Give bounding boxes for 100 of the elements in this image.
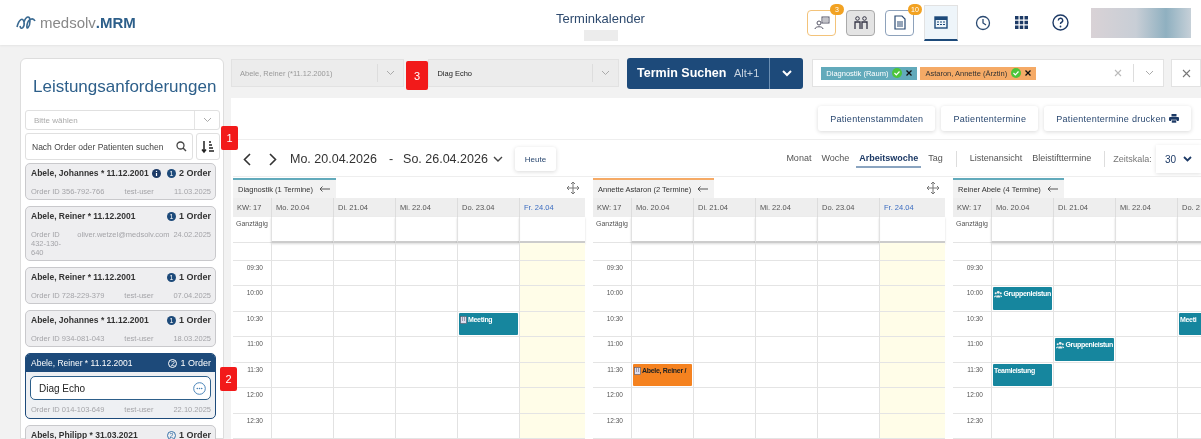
all-day-cell[interactable]: [631, 216, 693, 243]
resize-icon[interactable]: [567, 182, 579, 194]
calendar-cell[interactable]: [1177, 242, 1201, 261]
calendar-cell[interactable]: [693, 337, 755, 363]
calendar-cell[interactable]: [1177, 337, 1201, 363]
calendar-cell[interactable]: [271, 311, 333, 337]
view-tab[interactable]: Arbeitswoche: [856, 150, 922, 168]
calendar-cell[interactable]: [631, 242, 693, 261]
calendar-cell[interactable]: [333, 413, 395, 439]
calendar-cell[interactable]: [271, 337, 333, 363]
calendar-cell[interactable]: [693, 286, 755, 312]
view-tab[interactable]: Monat: [783, 150, 815, 168]
calendar-cell[interactable]: [333, 337, 395, 363]
all-day-cell[interactable]: [1115, 216, 1177, 243]
view-tab[interactable]: Tag: [925, 150, 946, 168]
calendar-cell[interactable]: [631, 388, 693, 414]
all-day-cell[interactable]: [991, 216, 1053, 243]
calendar-cell[interactable]: [333, 242, 395, 261]
calendar-cell[interactable]: [693, 260, 755, 286]
calendar-cell[interactable]: [333, 388, 395, 414]
all-day-cell[interactable]: [333, 216, 395, 243]
calendar-cell[interactable]: [879, 286, 945, 312]
calendar-cell[interactable]: [1177, 260, 1201, 286]
dropdown-button[interactable]: [769, 57, 804, 89]
calendar-cell[interactable]: [1177, 388, 1201, 414]
view-mode-link[interactable]: Bleistifttermine: [1029, 150, 1095, 168]
calendar-cell[interactable]: [991, 388, 1053, 414]
cards-button[interactable]: [807, 9, 836, 36]
today-button[interactable]: Heute: [514, 147, 557, 171]
view-tab[interactable]: Woche: [818, 150, 853, 168]
calendar-cell[interactable]: [1053, 311, 1115, 337]
calendar-cell[interactable]: [693, 362, 755, 388]
calendar-cell[interactable]: [991, 311, 1053, 337]
close-button[interactable]: [1171, 59, 1201, 87]
calendar-cell[interactable]: [991, 337, 1053, 363]
calendar-cell[interactable]: [333, 286, 395, 312]
calendar-cell[interactable]: [991, 260, 1053, 286]
calendar-cell[interactable]: [755, 286, 817, 312]
calendar-cell[interactable]: [395, 337, 457, 363]
calendar-cell[interactable]: [519, 260, 585, 286]
all-day-cell[interactable]: [395, 216, 457, 243]
calendar-cell[interactable]: [1115, 388, 1177, 414]
calendar-cell[interactable]: [519, 362, 585, 388]
all-day-cell[interactable]: [755, 216, 817, 243]
resize-icon[interactable]: [927, 182, 939, 194]
calendar-cell[interactable]: [1053, 413, 1115, 439]
calendar-cell[interactable]: [1177, 362, 1201, 388]
calendar-cell[interactable]: [395, 362, 457, 388]
people-button[interactable]: [846, 9, 875, 36]
calendar-cell[interactable]: [1053, 388, 1115, 414]
calendar-cell[interactable]: [755, 413, 817, 439]
search-field[interactable]: Nach Order oder Patienten suchen: [25, 133, 193, 160]
clear-icon[interactable]: [1114, 69, 1122, 77]
calendar-cell[interactable]: [755, 388, 817, 414]
calendar-cell[interactable]: [631, 260, 693, 286]
calendar-cell[interactable]: [1053, 260, 1115, 286]
all-day-cell[interactable]: [693, 216, 755, 243]
calendar-cell[interactable]: [1115, 311, 1177, 337]
calendar-cell[interactable]: [1177, 413, 1201, 439]
calendar-cell[interactable]: [271, 362, 333, 388]
action-button[interactable]: Patientenstammdaten: [818, 106, 936, 131]
calendar-cell[interactable]: [693, 311, 755, 337]
all-day-cell[interactable]: [271, 216, 333, 243]
calendar-cell[interactable]: [1115, 260, 1177, 286]
calendar-cell[interactable]: [693, 388, 755, 414]
calendar-cell[interactable]: [1053, 362, 1115, 388]
calendar-cell[interactable]: [631, 286, 693, 312]
calendar-cell[interactable]: [631, 337, 693, 363]
calendar-cell[interactable]: [519, 337, 585, 363]
calendar-cell[interactable]: [395, 388, 457, 414]
calendar-cell[interactable]: [991, 242, 1053, 261]
calendar-cell[interactable]: [395, 286, 457, 312]
calendar-cell[interactable]: [1053, 286, 1115, 312]
calendar-cell[interactable]: [271, 242, 333, 261]
calendar-cell[interactable]: [395, 260, 457, 286]
calendar-cell[interactable]: [333, 362, 395, 388]
calendar-cell[interactable]: [271, 286, 333, 312]
calendar-cell[interactable]: [879, 413, 945, 439]
all-day-cell[interactable]: [817, 216, 879, 243]
calendar-cell[interactable]: [879, 260, 945, 286]
range-end-dropdown[interactable]: So. 26.04.2026: [403, 152, 503, 166]
calendar-cell[interactable]: [693, 242, 755, 261]
calendar-cell[interactable]: [755, 311, 817, 337]
calendar-cell[interactable]: [693, 413, 755, 439]
calendar-cell[interactable]: [1115, 362, 1177, 388]
calendar-cell[interactable]: [519, 413, 585, 439]
scale-select[interactable]: 30: [1155, 145, 1201, 173]
calendar-cell[interactable]: [755, 337, 817, 363]
calendar-cell[interactable]: [879, 388, 945, 414]
order-item[interactable]: Diag Echo: [30, 376, 211, 400]
calendar-cell[interactable]: [519, 311, 585, 337]
calendar-cell[interactable]: [879, 362, 945, 388]
calendar-cell[interactable]: [333, 311, 395, 337]
calendar-button[interactable]: [924, 4, 958, 41]
calendar-cell[interactable]: [395, 413, 457, 439]
calendar-cell[interactable]: [755, 362, 817, 388]
calendar-cell[interactable]: [1115, 242, 1177, 261]
calendar-cell[interactable]: [1115, 413, 1177, 439]
calendar-cell[interactable]: [631, 413, 693, 439]
calendar-cell[interactable]: [395, 242, 457, 261]
